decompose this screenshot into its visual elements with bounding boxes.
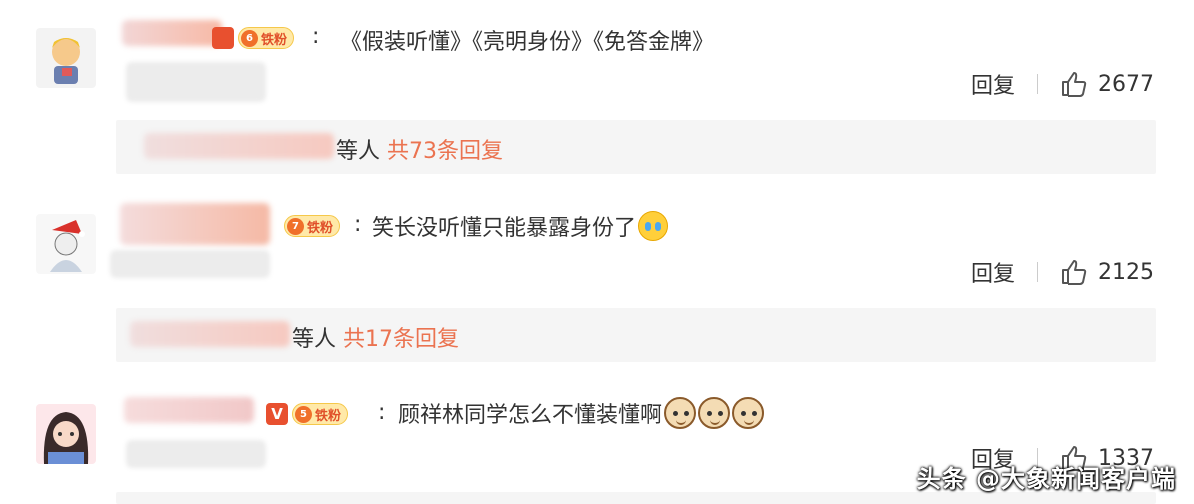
sub-reply-names-blurred [130, 321, 290, 347]
fan-badge-label: 铁粉 [315, 408, 342, 424]
like-button[interactable]: 2677 [1060, 70, 1154, 98]
avatar[interactable] [36, 404, 96, 464]
reply-button[interactable]: 回复 [971, 256, 1037, 288]
comment-actions: 回复 2125 [971, 256, 1154, 288]
colon: : [378, 400, 386, 425]
fan-badge-label: 铁粉 [307, 220, 334, 236]
heart-icon: 6 [241, 29, 258, 47]
like-count: 2677 [1098, 71, 1154, 97]
user-badges: 6 铁粉 [212, 25, 295, 51]
view-replies-link[interactable]: 共73条回复 [387, 139, 503, 164]
cat-face-emoji [698, 397, 731, 429]
heart-icon: 5 [295, 405, 312, 423]
like-count: 2125 [1098, 259, 1154, 285]
avatar[interactable] [36, 28, 96, 88]
avatar[interactable] [36, 214, 96, 274]
thumbs-up-icon [1062, 260, 1087, 285]
sub-reply-summary: 等人 共17条回复 [292, 321, 459, 353]
fan-badge: 6 铁粉 [238, 27, 295, 49]
verified-badge [212, 27, 234, 49]
username-blurred[interactable] [120, 203, 270, 245]
watermark: 头条 @大象新闻客户端 [916, 465, 1176, 493]
sub-replies-box[interactable]: 等人 共73条回复 [116, 120, 1156, 174]
username-blurred[interactable] [122, 20, 222, 46]
user-badges: 7 铁粉 [284, 213, 341, 239]
comment-text-content: 《假装听懂》《亮明身份》《免答金牌》 [340, 30, 715, 55]
comment-text: 《假装听懂》《亮明身份》《免答金牌》 [340, 24, 714, 56]
sub-reply-suffix: 等人 [336, 139, 381, 164]
verified-badge: V [266, 403, 288, 425]
user-meta-blurred [110, 250, 270, 278]
user-meta-blurred [126, 440, 266, 468]
colon: : [312, 24, 320, 49]
sub-reply-summary: 等人 共73条回复 [336, 133, 503, 165]
view-replies-link[interactable]: 共17条回复 [343, 327, 459, 352]
cat-face-emoji [732, 397, 765, 429]
divider [1037, 262, 1038, 282]
heart-icon: 7 [287, 217, 304, 235]
username-blurred[interactable] [124, 397, 254, 423]
sub-reply-names-blurred [144, 133, 334, 159]
sub-reply-suffix: 等人 [292, 327, 337, 352]
like-button[interactable]: 2125 [1060, 258, 1154, 286]
thumbs-up-icon [1062, 72, 1087, 97]
comment-text-content: 笑长没听懂只能暴露身份了 [372, 216, 637, 241]
cat-face-emoji [664, 397, 697, 429]
fan-badge-label: 铁粉 [261, 32, 288, 48]
crying-face-emoji [638, 211, 669, 241]
fan-badge: 5 铁粉 [292, 403, 349, 425]
reply-button[interactable]: 回复 [971, 68, 1037, 100]
comment-text: 顾祥林同学怎么不懂装懂啊 [398, 397, 765, 429]
divider [1037, 74, 1038, 94]
user-badges: V 5 铁粉 [266, 401, 349, 427]
user-meta-blurred [126, 62, 266, 102]
comment-text-content: 顾祥林同学怎么不懂装懂啊 [398, 403, 663, 428]
fan-badge: 7 铁粉 [284, 215, 341, 237]
comment-actions: 回复 2677 [971, 68, 1154, 100]
sub-replies-box[interactable]: 等人 共17条回复 [116, 308, 1156, 362]
comment-text: 笑长没听懂只能暴露身份了 [372, 210, 669, 242]
colon: : [354, 212, 362, 237]
